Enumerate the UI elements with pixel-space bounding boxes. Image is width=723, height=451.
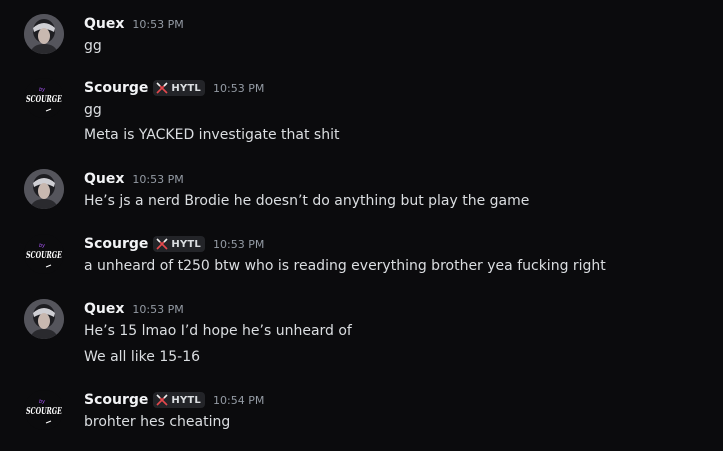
- avatar[interactable]: by SCOURGE: [24, 78, 64, 118]
- message-text: gg: [84, 38, 102, 54]
- avatar[interactable]: by SCOURGE: [24, 390, 64, 430]
- avatar-image: [24, 169, 64, 209]
- timestamp[interactable]: 10:53 PM: [213, 238, 264, 251]
- message-text: gg: [84, 102, 102, 118]
- crossed-swords-icon: [156, 238, 168, 250]
- guild-tag[interactable]: HYTL: [153, 80, 205, 96]
- username[interactable]: Scourge: [84, 80, 148, 96]
- message-text: We all like 15-16: [84, 349, 201, 365]
- logo-small-text: by: [39, 87, 46, 93]
- message-text: a unheard of t250 btw who is reading eve…: [84, 258, 606, 274]
- logo-text: SCOURGE: [26, 251, 62, 261]
- avatar-image: [24, 14, 64, 54]
- scourge-logo: by SCOURGE: [24, 78, 64, 118]
- avatar[interactable]: [24, 299, 64, 339]
- logo-small-text: by: [39, 399, 46, 405]
- username[interactable]: Quex: [84, 301, 124, 317]
- timestamp[interactable]: 10:53 PM: [132, 173, 183, 186]
- message-header: Scourge HYTL 10:53 PM: [84, 78, 264, 98]
- avatar[interactable]: by SCOURGE: [24, 234, 64, 274]
- avatar[interactable]: [24, 14, 64, 54]
- avatar-image: [24, 299, 64, 339]
- timestamp[interactable]: 10:53 PM: [213, 82, 264, 95]
- crossed-swords-icon: [156, 82, 168, 94]
- scourge-logo: by SCOURGE: [24, 234, 64, 274]
- message-text: brohter hes cheating: [84, 414, 231, 430]
- username[interactable]: Quex: [84, 16, 124, 32]
- username[interactable]: Quex: [84, 171, 124, 187]
- timestamp[interactable]: 10:53 PM: [132, 303, 183, 316]
- username[interactable]: Scourge: [84, 236, 148, 252]
- chat-messages: Quex 10:53 PM gg by SCOURGE Scourge HYTL…: [0, 0, 723, 451]
- message-text: He’s 15 lmao I’d hope he’s unheard of: [84, 323, 352, 339]
- guild-tag-label: HYTL: [171, 82, 201, 94]
- avatar[interactable]: [24, 169, 64, 209]
- message-text: He’s js a nerd Brodie he doesn’t do anyt…: [84, 193, 530, 209]
- logo-text: SCOURGE: [26, 407, 62, 417]
- guild-tag-label: HYTL: [171, 238, 201, 250]
- message-header: Quex 10:53 PM: [84, 299, 184, 319]
- message-header: Scourge HYTL 10:53 PM: [84, 234, 264, 254]
- guild-tag[interactable]: HYTL: [153, 392, 205, 408]
- message-header: Scourge HYTL 10:54 PM: [84, 390, 264, 410]
- message-header: Quex 10:53 PM: [84, 169, 184, 189]
- logo-small-text: by: [39, 243, 46, 249]
- crossed-swords-icon: [156, 394, 168, 406]
- timestamp[interactable]: 10:53 PM: [132, 18, 183, 31]
- timestamp[interactable]: 10:54 PM: [213, 394, 264, 407]
- guild-tag-label: HYTL: [171, 394, 201, 406]
- logo-text: SCOURGE: [26, 95, 62, 105]
- message-text: Meta is YACKED investigate that shit: [84, 127, 340, 143]
- guild-tag[interactable]: HYTL: [153, 236, 205, 252]
- scourge-logo: by SCOURGE: [24, 390, 64, 430]
- username[interactable]: Scourge: [84, 392, 148, 408]
- message-header: Quex 10:53 PM: [84, 14, 184, 34]
